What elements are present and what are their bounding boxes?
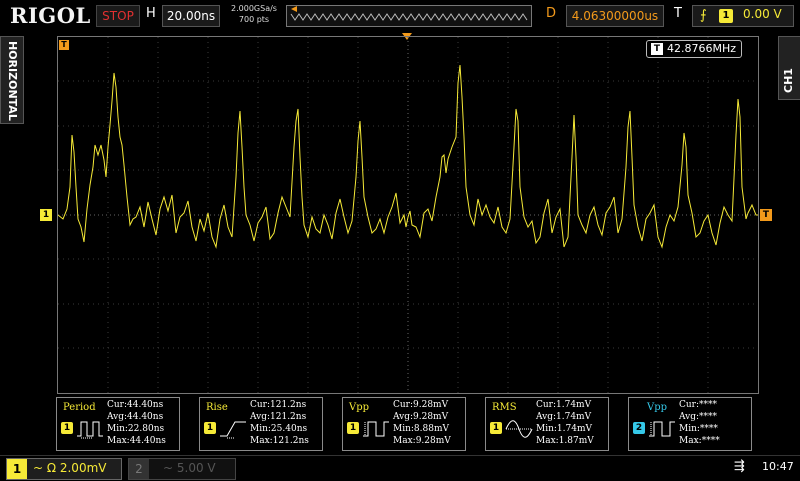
delay-label: D	[546, 6, 557, 21]
ch1-tab-label: CH1	[782, 68, 795, 93]
cur-value: Cur:1.74mV	[536, 400, 592, 410]
ch1-offset-marker[interactable]: 1	[40, 209, 52, 221]
min-value: Min:1.74mV	[536, 424, 592, 434]
avg-value: Avg:9.28mV	[393, 412, 449, 422]
delay-value[interactable]: 4.06300000us	[566, 5, 664, 27]
trigger-source-badge: 1	[719, 9, 733, 23]
cur-value: Cur:9.28mV	[393, 400, 449, 410]
top-status-bar: RIGOL STOP H 20.00ns 2.000GSa/s 700 pts …	[0, 0, 800, 32]
max-value: Max:44.40ns	[107, 436, 166, 446]
channel-badge: 1	[61, 422, 73, 434]
trigger-level-marker[interactable]: T	[760, 209, 772, 221]
ch2-number: 2	[129, 459, 149, 479]
horizontal-label: H	[146, 6, 156, 21]
channel-status-bar: 1 ~ Ω 2.00mV 2 ~ 5.00 V ⇶ 10:47	[0, 455, 800, 481]
cur-value: Cur:121.2ns	[250, 400, 307, 410]
memory-position-strip[interactable]	[286, 5, 532, 27]
measurement-values: Cur:121.2ns Avg:121.2ns Min:25.40ns Max:…	[250, 399, 309, 447]
cur-value: Cur:44.40ns	[107, 400, 164, 410]
measurement-rms[interactable]: RMS 1 Cur:1.74mV Avg:1.74mV Min:1.74mV M…	[485, 397, 609, 451]
measurement-name: Rise	[206, 402, 228, 413]
measurement-values: Cur:44.40ns Avg:44.40ns Min:22.80ns Max:…	[107, 399, 166, 447]
measurement-rise[interactable]: Rise 1 Cur:121.2ns Avg:121.2ns Min:25.40…	[199, 397, 323, 451]
trigger-marker-top: T	[59, 40, 69, 50]
period-icon	[77, 421, 103, 439]
ch2-settings[interactable]: 2 ~ 5.00 V	[128, 458, 236, 480]
trigger-label: T	[674, 6, 682, 21]
memory-strip-graphic	[290, 6, 528, 21]
sample-rate: 2.000GSa/s	[231, 4, 277, 13]
avg-value: Avg:1.74mV	[536, 412, 592, 422]
measurement-vpp[interactable]: Vpp 1 Cur:9.28mV Avg:9.28mV Min:8.88mV M…	[342, 397, 466, 451]
channel-badge: 1	[347, 422, 359, 434]
rising-edge-icon: ⨍	[700, 8, 707, 23]
usb-icon: ⇶	[734, 459, 745, 474]
timebase-value[interactable]: 20.00ns	[162, 5, 220, 27]
graticule-and-trace	[57, 37, 758, 393]
channel-badge: 1	[204, 422, 216, 434]
trigger-level: 0.00 V	[743, 7, 782, 21]
max-value: Max:1.87mV	[536, 436, 594, 446]
max-value: Max:121.2ns	[250, 436, 309, 446]
horizontal-tab-label: HORIZONTAL	[6, 41, 19, 121]
ch1-settings[interactable]: 1 ~ Ω 2.00mV	[6, 458, 122, 480]
measurement-values: Cur:9.28mV Avg:9.28mV Min:8.88mV Max:9.2…	[393, 399, 451, 447]
frequency-value: 42.8766MHz	[667, 42, 737, 55]
trigger-settings[interactable]: ⨍ 1 0.00 V	[692, 5, 794, 27]
run-stop-status[interactable]: STOP	[96, 5, 140, 27]
min-value: Min:22.80ns	[107, 424, 165, 434]
memory-depth: 700 pts	[238, 15, 270, 24]
min-value: Min:8.88mV	[393, 424, 449, 434]
channel-badge: 2	[633, 422, 645, 434]
min-value: Min:****	[679, 424, 718, 434]
max-value: Max:****	[679, 436, 720, 446]
measurement-name: RMS	[492, 402, 517, 413]
rigol-logo: RIGOL	[10, 3, 91, 28]
measurement-name: Vpp	[647, 402, 668, 413]
measurement-name: Period	[63, 402, 96, 413]
waveform-display[interactable]	[57, 36, 759, 394]
horizontal-menu-tab[interactable]: HORIZONTAL	[0, 36, 24, 124]
frequency-badge: T	[651, 43, 663, 55]
measurement-values: Cur:1.74mV Avg:1.74mV Min:1.74mV Max:1.8…	[536, 399, 594, 447]
measurement-name: Vpp	[349, 402, 370, 413]
vpp-icon	[363, 421, 389, 437]
channel-badge: 1	[490, 422, 502, 434]
acquisition-info: 2.000GSa/s 700 pts	[226, 3, 282, 25]
vpp-icon	[649, 421, 675, 437]
avg-value: Avg:121.2ns	[250, 412, 307, 422]
rise-icon	[220, 421, 246, 439]
measurement-values: Cur:**** Avg:**** Min:**** Max:****	[679, 399, 720, 447]
rms-icon	[505, 420, 533, 438]
clock: 10:47	[762, 460, 794, 473]
avg-value: Avg:****	[679, 412, 718, 422]
max-value: Max:9.28mV	[393, 436, 451, 446]
ch1-number: 1	[7, 459, 27, 479]
cur-value: Cur:****	[679, 400, 718, 410]
avg-value: Avg:44.40ns	[107, 412, 164, 422]
measurement-period[interactable]: Period 1 Cur:44.40ns Avg:44.40ns Min:22.…	[56, 397, 180, 451]
ch1-scale: ~ Ω 2.00mV	[33, 461, 107, 475]
ch1-menu-tab[interactable]: CH1	[778, 36, 800, 100]
measurement-vpp-ch2[interactable]: Vpp 2 Cur:**** Avg:**** Min:**** Max:***…	[628, 397, 752, 451]
frequency-counter: T 42.8766MHz	[646, 40, 742, 58]
ch2-scale: ~ 5.00 V	[163, 461, 216, 475]
min-value: Min:25.40ns	[250, 424, 308, 434]
